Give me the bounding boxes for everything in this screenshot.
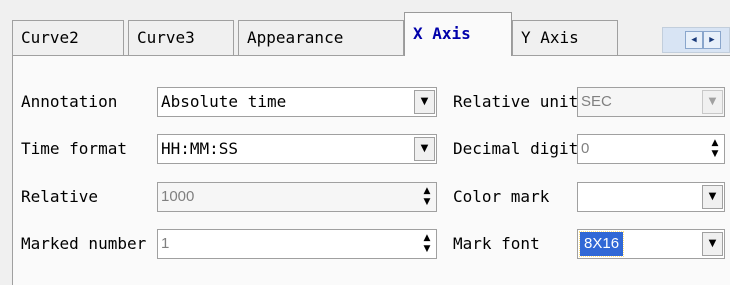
mark-font-value: 8X16 xyxy=(578,231,625,257)
marked-number-spinner[interactable]: 1 ▲ ▼ xyxy=(157,229,437,259)
spin-down-icon[interactable]: ▼ xyxy=(708,149,722,160)
time-format-select[interactable]: HH:MM:SS ▼ xyxy=(157,134,437,164)
spin-up-icon[interactable]: ▲ xyxy=(708,138,722,149)
tab-x-axis[interactable]: X Axis xyxy=(404,12,512,56)
relative-value: 1000 xyxy=(161,188,195,205)
chevron-down-icon[interactable]: ▼ xyxy=(414,137,435,161)
tab-appearance[interactable]: Appearance xyxy=(238,20,404,55)
spin-up-icon[interactable]: ▲ xyxy=(420,186,434,197)
time-format-value: HH:MM:SS xyxy=(161,139,239,158)
decimal-digits-value: 0 xyxy=(581,140,590,157)
decimal-digits-spin: ▲ ▼ xyxy=(708,138,722,160)
color-mark-label: Color mark xyxy=(453,187,550,206)
scroll-left-icon[interactable]: ◀ xyxy=(685,31,703,49)
annotation-select[interactable]: Absolute time ▼ xyxy=(157,87,437,117)
spin-down-icon[interactable]: ▼ xyxy=(420,244,434,255)
relative-unit-select[interactable]: SEC ▼ xyxy=(577,87,725,117)
marked-number-label: Marked number xyxy=(21,234,147,253)
annotation-value: Absolute time xyxy=(161,92,287,111)
chevron-down-icon[interactable]: ▼ xyxy=(702,185,723,209)
relative-label: Relative xyxy=(21,187,99,206)
scroll-right-icon[interactable]: ▶ xyxy=(703,31,721,49)
spin-down-icon[interactable]: ▼ xyxy=(420,197,434,208)
tab-scroll-buttons: ◀ ▶ xyxy=(662,27,730,53)
annotation-label: Annotation xyxy=(21,92,118,111)
x-axis-panel: Annotation Absolute time ▼ Relative unit… xyxy=(12,55,730,285)
marked-number-spin: ▲ ▼ xyxy=(420,233,434,255)
tab-y-axis[interactable]: Y Axis xyxy=(512,20,618,55)
time-format-label: Time format xyxy=(21,139,127,158)
relative-spin: ▲ ▼ xyxy=(420,186,434,208)
tab-curve3[interactable]: Curve3 xyxy=(128,20,234,55)
mark-font-select[interactable]: 8X16 ▼ xyxy=(577,229,725,259)
mark-font-label: Mark font xyxy=(453,234,540,253)
chevron-down-icon[interactable]: ▼ xyxy=(702,232,723,256)
spin-up-icon[interactable]: ▲ xyxy=(420,233,434,244)
relative-spinner[interactable]: 1000 ▲ ▼ xyxy=(157,182,437,212)
chevron-down-icon[interactable]: ▼ xyxy=(702,90,723,114)
decimal-digits-label: Decimal digits xyxy=(453,139,577,158)
relative-unit-label: Relative unit xyxy=(453,92,577,111)
chevron-down-icon[interactable]: ▼ xyxy=(414,90,435,114)
relative-unit-value: SEC xyxy=(581,93,612,110)
marked-number-value: 1 xyxy=(161,235,170,252)
decimal-digits-spinner[interactable]: 0 ▲ ▼ xyxy=(577,134,725,164)
tab-curve2[interactable]: Curve2 xyxy=(12,20,124,55)
color-mark-select[interactable]: ▼ xyxy=(577,182,725,212)
